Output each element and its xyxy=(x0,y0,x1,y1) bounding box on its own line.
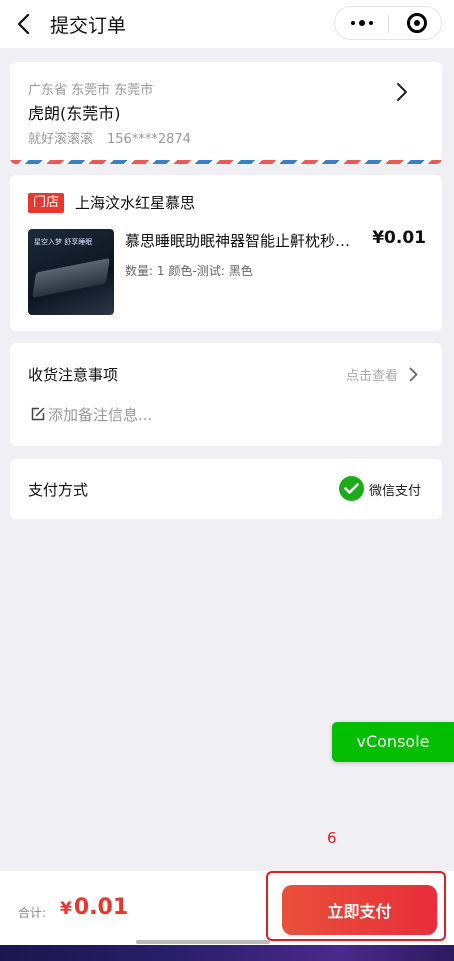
payment-label: 支付方式 xyxy=(28,481,89,499)
pillow-image xyxy=(32,258,110,298)
home-indicator xyxy=(136,940,270,944)
chevron-right-icon xyxy=(397,83,407,101)
total-value: 0.01 xyxy=(73,895,129,920)
currency-symbol: ¥ xyxy=(60,899,72,919)
payment-method-card[interactable]: 支付方式 微信支付 xyxy=(10,459,442,519)
delivery-notes-card: 收货注意事项 点击查看 添加备注信息... xyxy=(10,343,442,446)
address-card[interactable]: 广东省 东莞市 东莞市 虎朗(东莞市) 就好滚滚滚 156****2874 xyxy=(10,62,442,164)
recipient-name: 就好滚滚滚 xyxy=(28,132,94,147)
thumbnail-caption: 星空入梦 舒享睡眠 xyxy=(34,238,93,246)
address-contact: 就好滚滚滚 156****2874 xyxy=(28,128,191,147)
view-notes-link[interactable]: 点击查看 xyxy=(346,365,398,384)
notes-label: 收货注意事项 xyxy=(28,366,119,384)
annotation-marker-number: 6 xyxy=(327,829,337,847)
store-badge: 门店 xyxy=(28,193,65,213)
product-variant: 颜色-测试: 黑色 xyxy=(168,264,253,278)
page-title: 提交订单 xyxy=(50,15,127,37)
product-title: 慕思睡眠助眠神器智能止鼾枕秒… xyxy=(125,232,351,250)
product-price: ¥0.01 xyxy=(372,228,426,248)
address-name: 虎朗(东莞市) xyxy=(28,104,121,123)
close-mini-program-icon[interactable] xyxy=(407,13,427,33)
order-item-card: 门店 上海汶水红星慕思 星空入梦 舒享睡眠 慕思睡眠助眠神器智能止鼾枕秒… ¥0… xyxy=(10,175,442,331)
nav-bar: 提交订单 xyxy=(0,0,454,48)
checkout-bar: 合计: ¥0.01 立即支付 xyxy=(0,871,454,945)
address-region: 广东省 东莞市 东莞市 xyxy=(28,83,154,98)
product-thumbnail: 星空入梦 舒享睡眠 xyxy=(28,229,114,315)
back-arrow-icon[interactable] xyxy=(14,12,34,36)
wechat-pay-icon xyxy=(339,476,364,501)
mini-program-capsule xyxy=(334,6,442,40)
vconsole-button[interactable]: vConsole xyxy=(332,722,454,762)
product-spec: 数量: 1 颜色-测试: 黑色 xyxy=(125,262,253,279)
chevron-right-icon[interactable] xyxy=(409,367,418,382)
payment-method-name: 微信支付 xyxy=(369,484,422,499)
more-menu-icon[interactable] xyxy=(335,7,388,39)
capsule-divider xyxy=(388,15,389,33)
total-amount: ¥0.01 xyxy=(60,895,128,920)
pay-now-button[interactable]: 立即支付 xyxy=(282,885,437,935)
product-quantity: 数量: 1 xyxy=(125,264,165,278)
remark-input[interactable]: 添加备注信息... xyxy=(48,404,152,425)
airmail-border xyxy=(10,160,442,164)
wallpaper-strip xyxy=(0,945,454,961)
shop-name: 上海汶水红星慕思 xyxy=(75,194,196,212)
recipient-phone: 156****2874 xyxy=(107,132,191,147)
total-label: 合计: xyxy=(18,906,47,920)
edit-icon xyxy=(31,407,45,421)
